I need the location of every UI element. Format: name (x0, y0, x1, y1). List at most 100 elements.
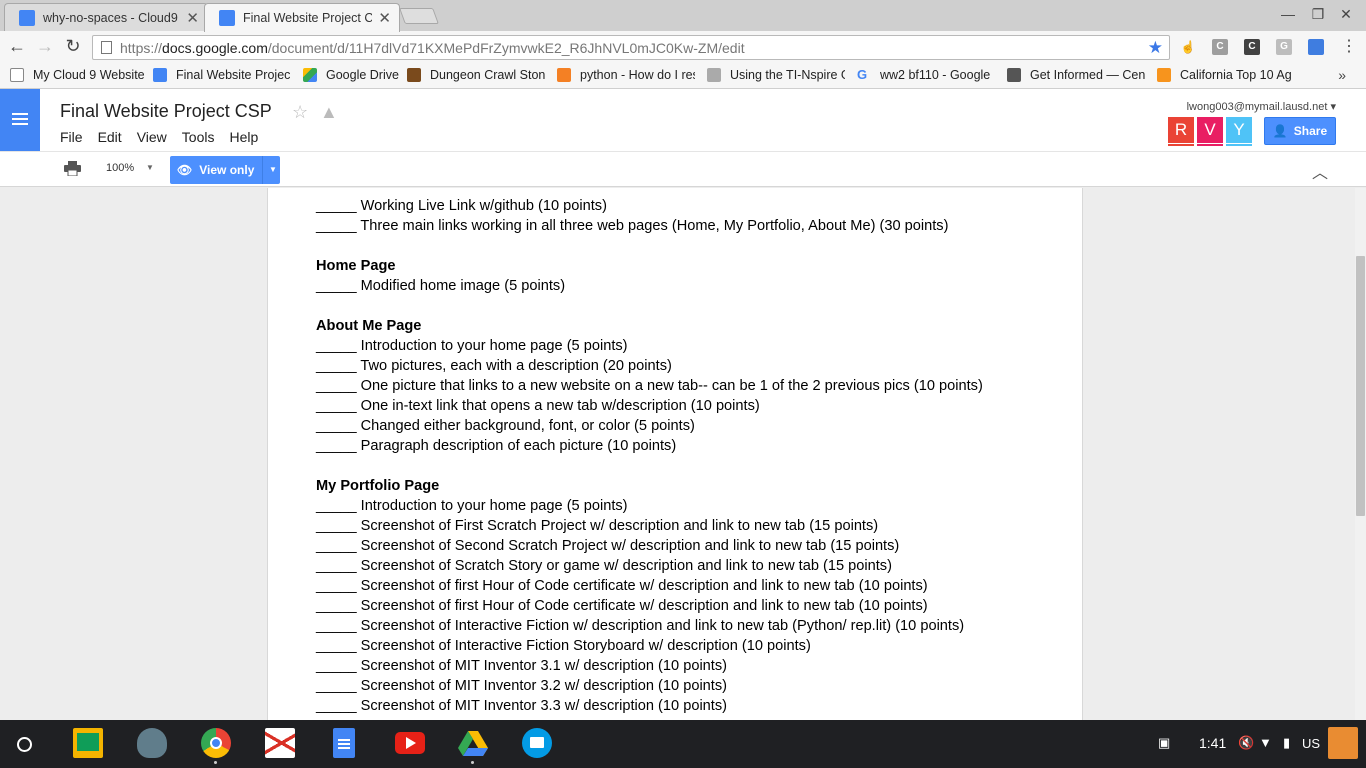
docs-app-icon[interactable] (333, 728, 355, 758)
section-heading: My Portfolio Page (316, 478, 440, 494)
bookmark-item[interactable]: Google Drive (303, 68, 399, 82)
docs-icon (153, 68, 167, 82)
extension-blue-icon[interactable] (1308, 39, 1324, 55)
person-add-icon: 👤 (1272, 124, 1288, 138)
checklist-item: _____ Screenshot of Interactive Fiction … (316, 618, 965, 634)
docs-favicon-icon (219, 10, 235, 26)
reload-icon[interactable]: ↻ (62, 36, 84, 57)
clock[interactable]: 1:41 (1199, 735, 1226, 751)
checklist-item: _____ Three main links working in all th… (316, 218, 949, 234)
shield-app-icon[interactable] (137, 728, 167, 758)
tab-final-website-project[interactable]: Final Website Project CS ✕ (204, 3, 400, 32)
wifi-icon[interactable]: ▼ (1259, 735, 1272, 750)
zoom-select[interactable]: 100% (106, 162, 134, 174)
checklist-item: _____ Screenshot of Interactive Fiction … (316, 638, 811, 654)
checklist-item: _____ Paragraph description of each pict… (316, 438, 677, 454)
print-icon[interactable] (64, 161, 81, 176)
checklist-item: _____ Two pictures, each with a descript… (316, 358, 672, 374)
bookmark-item[interactable]: Dungeon Crawl Ston (407, 68, 547, 82)
drive-icon (303, 68, 317, 82)
section-heading: About Me Page (316, 318, 422, 334)
docs-toolbar: 100% ▼ 👁 View only ▼ ︿ (0, 151, 1366, 187)
extension-c-icon[interactable]: C (1212, 39, 1228, 55)
launcher-icon[interactable] (17, 737, 32, 752)
collapse-toolbar-chevron-icon[interactable]: ︿ (1312, 159, 1328, 183)
view-only-mode-button[interactable]: 👁 View only ▼ (170, 156, 280, 184)
bookmark-item[interactable]: python - How do I res (557, 68, 695, 82)
more-bookmarks-chevron-icon[interactable]: » (1338, 67, 1346, 83)
docs-home-icon[interactable] (0, 89, 40, 151)
collaborator-avatar[interactable]: V (1197, 117, 1223, 146)
menu-edit[interactable]: Edit (98, 129, 122, 145)
collaborator-avatar[interactable]: Y (1226, 117, 1252, 146)
dungeon-icon (407, 68, 421, 82)
back-arrow-icon[interactable]: ← (6, 36, 28, 57)
zoom-caret-icon[interactable]: ▼ (146, 163, 154, 172)
bookmark-item[interactable]: California Top 10 Ag (1157, 68, 1293, 82)
youtube-icon[interactable] (395, 732, 425, 754)
scrollbar-thumb[interactable] (1356, 256, 1365, 516)
bookmark-label: Using the TI-Nspire G (730, 68, 845, 82)
collaborator-avatar[interactable]: R (1168, 117, 1194, 146)
menu-help[interactable]: Help (229, 129, 258, 145)
close-window-icon[interactable]: ✕ (1336, 6, 1356, 23)
gmail-icon[interactable] (265, 728, 295, 758)
california-icon (1157, 68, 1171, 82)
bookmark-item[interactable]: Using the TI-Nspire G (707, 68, 845, 82)
cloud9-favicon-icon (19, 9, 35, 26)
user-avatar[interactable] (1328, 727, 1358, 759)
bookmark-item[interactable]: Final Website Project (153, 68, 290, 82)
account-switcher[interactable]: lwong003@mymail.lausd.net ▾ (1187, 100, 1336, 113)
hand-extension-icon[interactable]: ☝ (1180, 39, 1196, 55)
checklist-item: _____ Modified home image (5 points) (316, 278, 566, 294)
drive-app-icon[interactable] (458, 728, 488, 764)
menu-view[interactable]: View (137, 129, 167, 145)
extension-g-icon[interactable]: G (1276, 39, 1292, 55)
extension-c-dark-icon[interactable]: C (1244, 39, 1260, 55)
docs-header: Final Website Project CSP ☆ ▲ File Edit … (0, 89, 1366, 151)
chrome-menu-icon[interactable]: ⋮ (1338, 36, 1360, 56)
menu-file[interactable]: File (60, 129, 83, 145)
classroom-icon[interactable] (73, 728, 103, 758)
bookmark-item[interactable]: Get Informed — Cent (1007, 68, 1145, 82)
checklist-item: _____ Screenshot of MIT Inventor 3.2 w/ … (316, 678, 728, 694)
avatar-initial: R (1174, 120, 1188, 139)
restore-icon[interactable]: ❐ (1308, 6, 1328, 23)
move-to-folder-icon[interactable]: ▲ (320, 102, 338, 123)
forward-arrow-icon[interactable]: → (34, 36, 56, 57)
close-tab-icon[interactable]: ✕ (186, 9, 199, 27)
image-icon[interactable]: ▣ (1158, 735, 1170, 751)
avatar-initial: Y (1233, 120, 1245, 139)
system-shelf: ▣ 1:41 🔇 ▼ ▮ US (0, 720, 1366, 768)
new-tab-button[interactable] (399, 8, 439, 24)
browser-toolbar: ← → ↻ https://docs.google.com/document/d… (0, 31, 1366, 63)
document-canvas: _____ Working Live Link w/github (10 poi… (0, 188, 1366, 720)
page-info-icon[interactable] (101, 41, 112, 54)
tab-cloud9[interactable]: why-no-spaces - Cloud9 ✕ (4, 3, 208, 31)
star-icon[interactable]: ☆ (292, 102, 308, 123)
files-icon[interactable] (522, 728, 552, 758)
bookmark-label: ww2 bf110 - Google (880, 68, 991, 82)
address-bar[interactable]: https://docs.google.com/document/d/11H7d… (92, 35, 1170, 60)
close-tab-icon[interactable]: ✕ (378, 9, 391, 27)
checklist-item: _____ One in-text link that opens a new … (316, 398, 760, 414)
vertical-scrollbar[interactable] (1355, 188, 1366, 720)
input-locale[interactable]: US (1302, 736, 1320, 751)
mute-icon[interactable]: 🔇 (1238, 735, 1254, 751)
mode-caret-icon[interactable]: ▼ (269, 165, 277, 174)
menu-tools[interactable]: Tools (182, 129, 215, 145)
checklist-item: _____ Screenshot of first Hour of Code c… (316, 578, 928, 594)
minimize-icon[interactable]: — (1278, 6, 1298, 22)
bookmark-star-icon[interactable]: ★ (1148, 38, 1163, 58)
share-button[interactable]: 👤 Share (1264, 117, 1336, 145)
bookmark-item[interactable]: My Cloud 9 Website (10, 68, 146, 82)
checklist-item: _____ Changed either background, font, o… (316, 418, 695, 434)
chrome-icon[interactable] (201, 728, 231, 764)
checklist-item: _____ Screenshot of Scratch Story or gam… (316, 558, 892, 574)
document-page: _____ Working Live Link w/github (10 poi… (267, 188, 1083, 720)
battery-icon[interactable]: ▮ (1283, 735, 1290, 751)
eye-icon: 👁 (177, 163, 193, 177)
bookmark-label: python - How do I res (580, 68, 695, 82)
bookmark-item[interactable]: G ww2 bf110 - Google (857, 68, 993, 82)
document-title[interactable]: Final Website Project CSP (60, 101, 272, 122)
